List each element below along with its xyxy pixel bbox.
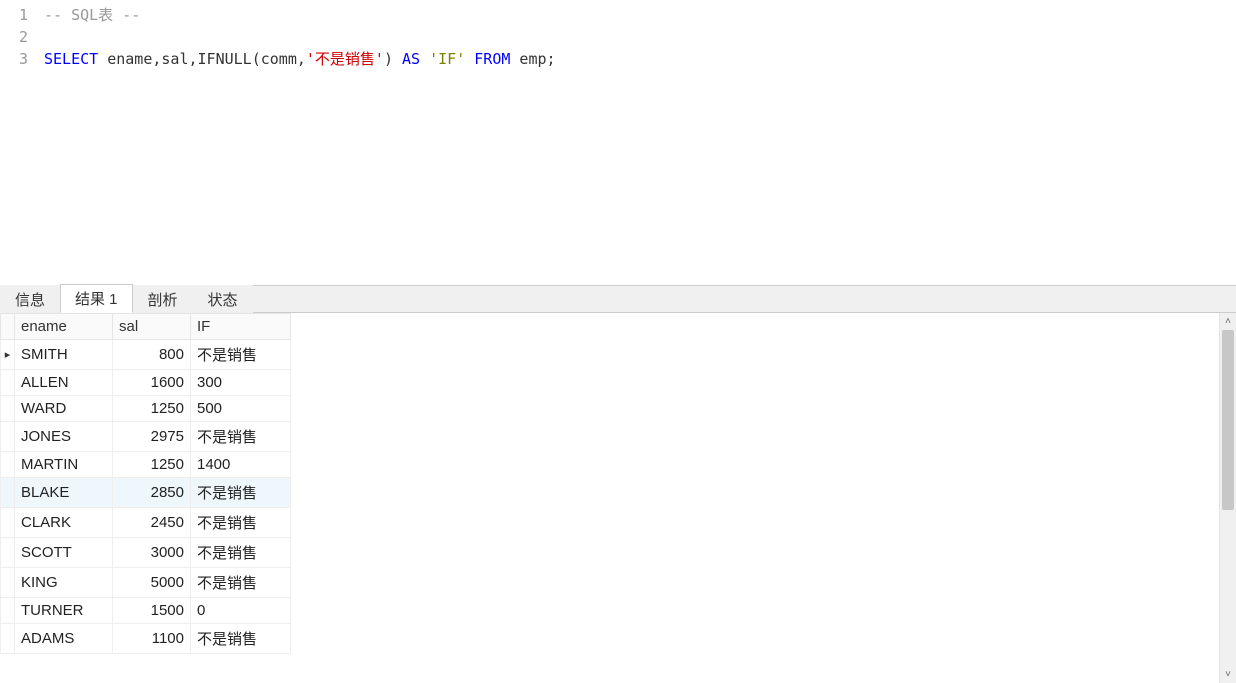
row-marker xyxy=(1,568,15,598)
column-header-if[interactable]: IF xyxy=(191,314,291,340)
code-token: ) xyxy=(384,50,402,68)
column-header-ename[interactable]: ename xyxy=(15,314,113,340)
row-marker xyxy=(1,396,15,422)
cell-sal[interactable]: 1250 xyxy=(113,396,191,422)
cell-ename[interactable]: KING xyxy=(15,568,113,598)
code-token: ename,sal,IFNULL(comm, xyxy=(98,50,306,68)
cell-sal[interactable]: 1250 xyxy=(113,452,191,478)
cell-if[interactable]: 500 xyxy=(191,396,291,422)
code-token: FROM xyxy=(474,50,510,68)
cell-if[interactable]: 300 xyxy=(191,370,291,396)
row-marker xyxy=(1,478,15,508)
cell-if[interactable]: 不是销售 xyxy=(191,508,291,538)
code-token: SELECT xyxy=(44,50,98,68)
scroll-track[interactable] xyxy=(1220,330,1236,666)
cell-sal[interactable]: 5000 xyxy=(113,568,191,598)
tab-结果 1[interactable]: 结果 1 xyxy=(60,284,133,313)
tab-剖析[interactable]: 剖析 xyxy=(133,285,193,313)
cell-ename[interactable]: WARD xyxy=(15,396,113,422)
cell-sal[interactable]: 2975 xyxy=(113,422,191,452)
row-marker xyxy=(1,422,15,452)
cell-ename[interactable]: BLAKE xyxy=(15,478,113,508)
results-pane: ename sal IF ▸SMITH800不是销售ALLEN1600300WA… xyxy=(0,313,1236,683)
code-token: '不是销售' xyxy=(306,50,384,68)
editor-line[interactable]: 3SELECT ename,sal,IFNULL(comm,'不是销售') AS… xyxy=(0,48,1236,70)
tab-信息[interactable]: 信息 xyxy=(0,285,60,313)
row-marker xyxy=(1,598,15,624)
code-token xyxy=(420,50,429,68)
cell-ename[interactable]: SMITH xyxy=(15,340,113,370)
row-marker: ▸ xyxy=(1,340,15,370)
cell-sal[interactable]: 2850 xyxy=(113,478,191,508)
line-number: 2 xyxy=(0,26,44,48)
cell-ename[interactable]: JONES xyxy=(15,422,113,452)
cell-if[interactable]: 不是销售 xyxy=(191,422,291,452)
vertical-scrollbar[interactable]: ˄ ˅ xyxy=(1219,313,1236,683)
row-marker xyxy=(1,624,15,654)
line-content[interactable]: SELECT ename,sal,IFNULL(comm,'不是销售') AS … xyxy=(44,48,556,70)
cell-ename[interactable]: MARTIN xyxy=(15,452,113,478)
table-row[interactable]: CLARK2450不是销售 xyxy=(1,508,291,538)
cell-ename[interactable]: TURNER xyxy=(15,598,113,624)
cell-sal[interactable]: 1600 xyxy=(113,370,191,396)
code-token: AS xyxy=(402,50,420,68)
code-token: -- SQL表 -- xyxy=(44,6,140,24)
table-row[interactable]: WARD1250500 xyxy=(1,396,291,422)
line-number: 1 xyxy=(0,4,44,26)
cell-if[interactable]: 0 xyxy=(191,598,291,624)
cell-if[interactable]: 不是销售 xyxy=(191,340,291,370)
table-row[interactable]: ADAMS1100不是销售 xyxy=(1,624,291,654)
cell-sal[interactable]: 2450 xyxy=(113,508,191,538)
results-table: ename sal IF ▸SMITH800不是销售ALLEN1600300WA… xyxy=(0,313,291,654)
cell-ename[interactable]: ADAMS xyxy=(15,624,113,654)
table-row[interactable]: ▸SMITH800不是销售 xyxy=(1,340,291,370)
results-tbody: ▸SMITH800不是销售ALLEN1600300WARD1250500JONE… xyxy=(1,340,291,654)
row-marker xyxy=(1,508,15,538)
cell-sal[interactable]: 1500 xyxy=(113,598,191,624)
line-number: 3 xyxy=(0,48,44,70)
cell-sal[interactable]: 1100 xyxy=(113,624,191,654)
table-row[interactable]: ALLEN1600300 xyxy=(1,370,291,396)
sql-editor[interactable]: 1-- SQL表 --23SELECT ename,sal,IFNULL(com… xyxy=(0,0,1236,285)
results-tabs: 信息结果 1剖析状态 xyxy=(0,285,1236,313)
editor-line[interactable]: 1-- SQL表 -- xyxy=(0,4,1236,26)
cell-ename[interactable]: ALLEN xyxy=(15,370,113,396)
cell-if[interactable]: 不是销售 xyxy=(191,478,291,508)
table-row[interactable]: SCOTT3000不是销售 xyxy=(1,538,291,568)
table-row[interactable]: KING5000不是销售 xyxy=(1,568,291,598)
editor-line[interactable]: 2 xyxy=(0,26,1236,48)
table-row[interactable]: BLAKE2850不是销售 xyxy=(1,478,291,508)
code-token xyxy=(465,50,474,68)
table-row[interactable]: TURNER15000 xyxy=(1,598,291,624)
scroll-down-button[interactable]: ˅ xyxy=(1220,666,1236,683)
line-content[interactable]: -- SQL表 -- xyxy=(44,4,140,26)
cell-sal[interactable]: 3000 xyxy=(113,538,191,568)
row-marker xyxy=(1,370,15,396)
column-header-sal[interactable]: sal xyxy=(113,314,191,340)
cell-if[interactable]: 不是销售 xyxy=(191,538,291,568)
row-marker-header xyxy=(1,314,15,340)
results-grid-container[interactable]: ename sal IF ▸SMITH800不是销售ALLEN1600300WA… xyxy=(0,313,1219,683)
table-row[interactable]: MARTIN12501400 xyxy=(1,452,291,478)
row-marker xyxy=(1,538,15,568)
tab-状态[interactable]: 状态 xyxy=(193,285,253,313)
scroll-thumb[interactable] xyxy=(1222,330,1234,510)
cell-if[interactable]: 不是销售 xyxy=(191,624,291,654)
code-token: emp; xyxy=(510,50,555,68)
cell-if[interactable]: 1400 xyxy=(191,452,291,478)
row-marker xyxy=(1,452,15,478)
table-row[interactable]: JONES2975不是销售 xyxy=(1,422,291,452)
cell-if[interactable]: 不是销售 xyxy=(191,568,291,598)
cell-ename[interactable]: SCOTT xyxy=(15,538,113,568)
cell-ename[interactable]: CLARK xyxy=(15,508,113,538)
cell-sal[interactable]: 800 xyxy=(113,340,191,370)
code-token: 'IF' xyxy=(429,50,465,68)
scroll-up-button[interactable]: ˄ xyxy=(1220,313,1236,330)
